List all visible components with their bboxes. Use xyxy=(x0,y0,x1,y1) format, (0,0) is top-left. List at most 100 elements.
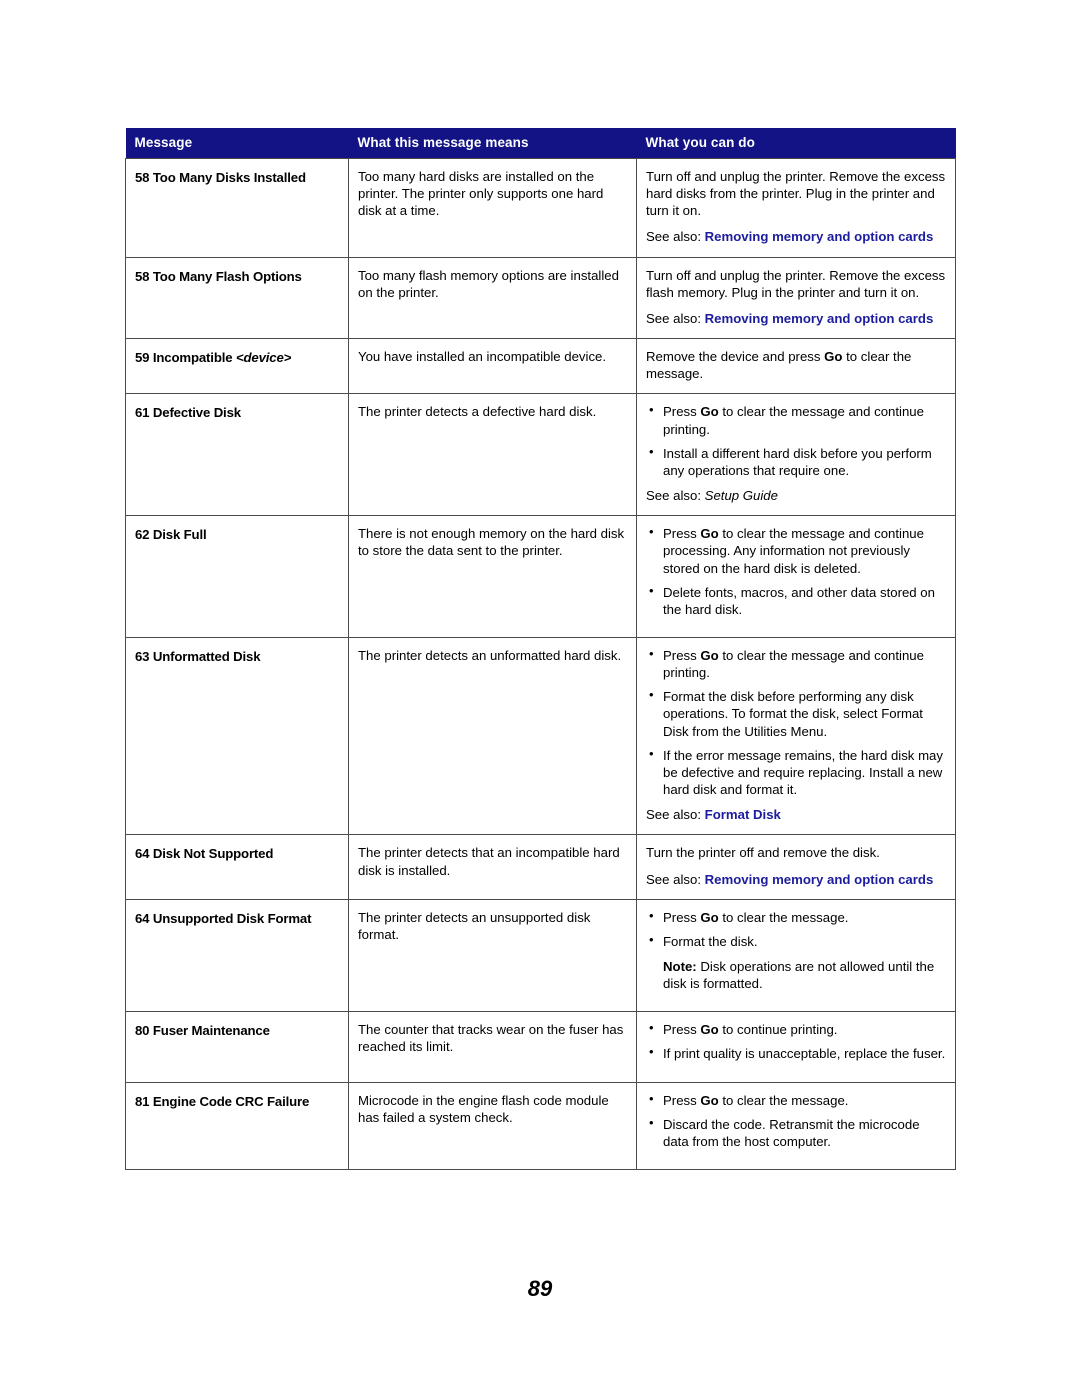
column-header-message: Message xyxy=(125,128,349,159)
meaning-text: The printer detects an unsupported disk … xyxy=(358,909,591,942)
message-name: 61 Defective Disk xyxy=(125,393,349,517)
see-also-link[interactable]: Removing memory and option cards xyxy=(705,872,934,887)
go-button-reference: Go xyxy=(700,1022,719,1038)
note-text: Disk operations are not allowed until th… xyxy=(663,959,935,992)
see-also-link[interactable]: Removing memory and option cards xyxy=(705,311,934,326)
bullet-text-post: to continue printing. xyxy=(718,1022,838,1038)
bullet-text-pre: If the error message remains, the hard d… xyxy=(663,747,943,798)
message-name: 64 Disk Not Supported xyxy=(125,834,349,900)
message-action: Turn the printer off and remove the disk… xyxy=(636,834,956,900)
message-action: Remove the device and press Go to clear … xyxy=(636,338,956,395)
bullet-text-pre: Press xyxy=(663,1092,701,1108)
action-text: Turn off and unplug the printer. Remove … xyxy=(646,169,946,219)
bullet-text-pre: If print quality is unacceptable, replac… xyxy=(663,1046,946,1062)
table-header-row: Message What this message means What you… xyxy=(125,128,956,159)
message-action: Press Go to clear the message and contin… xyxy=(636,515,956,638)
list-item: Press Go to clear the message. xyxy=(649,1091,946,1109)
bullet-text-pre: Press xyxy=(663,526,701,542)
action-text: Turn the printer off and remove the disk… xyxy=(646,845,880,861)
message-meaning: The printer detects a defective hard dis… xyxy=(348,393,637,517)
note-block: Note: Disk operations are not allowed un… xyxy=(663,958,946,992)
list-item: Press Go to clear the message. xyxy=(649,908,946,926)
table-row: 64 Unsupported Disk Format The printer d… xyxy=(125,899,956,1013)
bullet-text-pre: Format the disk before performing any di… xyxy=(663,689,923,739)
see-also-label: See also: xyxy=(646,807,705,823)
bullet-text-pre: Press xyxy=(663,1022,701,1038)
message-device-placeholder: <device> xyxy=(235,350,292,366)
column-header-action: What you can do xyxy=(636,128,956,159)
list-item: If the error message remains, the hard d… xyxy=(649,746,946,798)
message-meaning: The printer detects an unformatted hard … xyxy=(348,637,637,836)
see-also-link[interactable]: Removing memory and option cards xyxy=(705,229,934,244)
see-also: See also: Removing memory and option car… xyxy=(646,228,946,245)
list-item: Press Go to continue printing. xyxy=(649,1020,946,1038)
list-item: Format the disk. Note: Disk operations a… xyxy=(649,932,946,992)
table-row: 64 Disk Not Supported The printer detect… xyxy=(125,834,956,900)
action-bullet-list: Press Go to clear the message. Discard t… xyxy=(646,1091,946,1150)
action-bullet-list: Press Go to continue printing. If print … xyxy=(646,1020,946,1062)
message-name: 59 Incompatible <device> xyxy=(125,338,349,395)
list-item: Format the disk before performing any di… xyxy=(649,687,946,739)
table-row: 59 Incompatible <device> You have instal… xyxy=(125,338,956,395)
message-name: 63 Unformatted Disk xyxy=(125,637,349,836)
message-name: 62 Disk Full xyxy=(125,515,349,638)
message-meaning: The printer detects that an incompatible… xyxy=(348,834,637,900)
message-name: 64 Unsupported Disk Format xyxy=(125,899,349,1013)
see-also: See also: Removing memory and option car… xyxy=(646,310,946,327)
bullet-text-post: to clear the message. xyxy=(718,909,849,925)
message-action: Turn off and unplug the printer. Remove … xyxy=(636,158,956,258)
bullet-text-pre: Press xyxy=(663,647,701,663)
go-button-reference: Go xyxy=(824,349,843,365)
list-item: Discard the code. Retransmit the microco… xyxy=(649,1115,946,1150)
message-action: Press Go to continue printing. If print … xyxy=(636,1011,956,1083)
see-also-link[interactable]: Format Disk xyxy=(705,807,781,822)
bullet-text-pre: Delete fonts, macros, and other data sto… xyxy=(663,584,935,617)
see-also: See also: Format Disk xyxy=(646,806,946,823)
printer-messages-table: Message What this message means What you… xyxy=(125,128,956,1171)
meaning-text: Microcode in the engine flash code modul… xyxy=(358,1092,609,1125)
go-button-reference: Go xyxy=(700,1092,719,1108)
meaning-text: You have installed an incompatible devic… xyxy=(358,349,607,365)
message-name: 58 Too Many Disks Installed xyxy=(125,158,349,258)
table-body: 58 Too Many Disks Installed Too many har… xyxy=(125,158,956,1171)
message-name: 80 Fuser Maintenance xyxy=(125,1011,349,1083)
message-action: Press Go to clear the message. Discard t… xyxy=(636,1082,956,1171)
list-item: Press Go to clear the message and contin… xyxy=(649,524,946,576)
list-item: Press Go to clear the message and contin… xyxy=(649,646,946,681)
action-bullet-list: Press Go to clear the message. Format th… xyxy=(646,908,946,993)
meaning-text: The counter that tracks wear on the fuse… xyxy=(358,1022,624,1055)
meaning-text: The printer detects a defective hard dis… xyxy=(358,404,597,420)
message-meaning: The printer detects an unsupported disk … xyxy=(348,899,637,1013)
list-item: Delete fonts, macros, and other data sto… xyxy=(649,583,946,618)
message-meaning: There is not enough memory on the hard d… xyxy=(348,515,637,638)
bullet-text-pre: Discard the code. Retransmit the microco… xyxy=(663,1116,920,1149)
bullet-text-pre: Install a different hard disk before you… xyxy=(663,445,932,478)
go-button-reference: Go xyxy=(700,526,719,542)
go-button-reference: Go xyxy=(700,647,719,663)
message-name: 58 Too Many Flash Options xyxy=(125,257,349,340)
action-bullet-list: Press Go to clear the message and contin… xyxy=(646,524,946,618)
table-row: 80 Fuser Maintenance The counter that tr… xyxy=(125,1011,956,1083)
message-action: Press Go to clear the message and contin… xyxy=(636,637,956,836)
table-row: 63 Unformatted Disk The printer detects … xyxy=(125,637,956,836)
message-meaning: Too many flash memory options are instal… xyxy=(348,257,637,340)
action-bullet-list: Press Go to clear the message and contin… xyxy=(646,402,946,479)
message-meaning: The counter that tracks wear on the fuse… xyxy=(348,1011,637,1083)
table-row: 81 Engine Code CRC Failure Microcode in … xyxy=(125,1082,956,1171)
see-also-italic-reference: Setup Guide xyxy=(704,488,778,504)
meaning-text: The printer detects that an incompatible… xyxy=(358,845,620,878)
action-text-pre: Remove the device and press xyxy=(646,349,825,365)
see-also-label: See also: xyxy=(646,229,705,245)
meaning-text: Too many flash memory options are instal… xyxy=(358,267,619,300)
see-also-label: See also: xyxy=(646,310,705,326)
table-row: 62 Disk Full There is not enough memory … xyxy=(125,515,956,638)
note-label: Note: xyxy=(663,959,697,974)
table-row: 58 Too Many Disks Installed Too many har… xyxy=(125,158,956,258)
go-button-reference: Go xyxy=(700,909,719,925)
table-header: Message What this message means What you… xyxy=(125,128,956,159)
table-row: 61 Defective Disk The printer detects a … xyxy=(125,393,956,517)
action-text: Turn off and unplug the printer. Remove … xyxy=(646,267,946,300)
list-item: Install a different hard disk before you… xyxy=(649,444,946,479)
meaning-text: Too many hard disks are installed on the… xyxy=(358,169,604,219)
bullet-text-pre: Press xyxy=(663,404,701,420)
